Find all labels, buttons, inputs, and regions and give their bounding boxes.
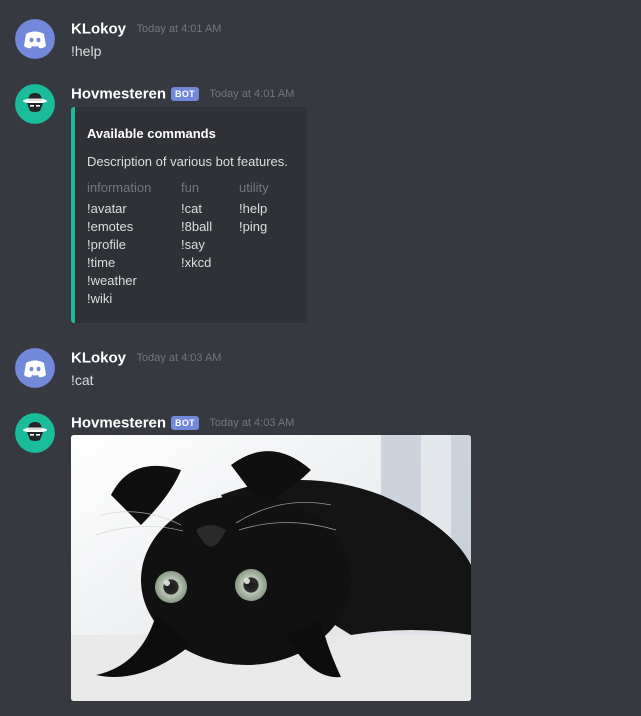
bot-hat-icon <box>15 413 55 453</box>
embed-field: utility !help !ping <box>239 180 269 236</box>
timestamp: Today at 4:01 AM <box>136 22 222 35</box>
avatar[interactable] <box>15 348 55 388</box>
field-name: information <box>87 180 152 195</box>
command-item: !cat <box>181 201 202 216</box>
username[interactable]: KLokoy <box>71 20 126 37</box>
timestamp: Today at 4:01 AM <box>209 87 295 100</box>
message-content: !help <box>71 43 102 59</box>
bot-tag: BOT <box>171 415 199 430</box>
command-item: !wiki <box>87 291 113 306</box>
username[interactable]: Hovmesteren <box>71 85 166 102</box>
black-cat-image <box>71 435 471 701</box>
embed-description: Description of various bot features. <box>87 154 288 169</box>
command-item: !say <box>181 237 205 252</box>
field-name: fun <box>181 180 200 195</box>
timestamp: Today at 4:03 AM <box>209 416 295 429</box>
embed-title: Available commands <box>87 126 216 141</box>
command-item: !profile <box>87 237 127 252</box>
avatar[interactable] <box>15 413 55 453</box>
command-item: !xkcd <box>181 255 212 270</box>
avatar[interactable] <box>15 19 55 59</box>
field-name: utility <box>239 180 269 195</box>
embed-field: information !avatar !emotes !profile !ti… <box>87 180 151 308</box>
command-item: !ping <box>239 219 268 234</box>
discord-logo-icon <box>15 348 55 388</box>
timestamp: Today at 4:03 AM <box>136 351 222 364</box>
embed-field: fun !cat !8ball !say !xkcd <box>181 180 212 272</box>
avatar[interactable] <box>15 84 55 124</box>
bot-hat-icon <box>15 84 55 124</box>
message-content: !cat <box>71 372 94 388</box>
command-item: !help <box>239 201 268 216</box>
username[interactable]: Hovmesteren <box>71 414 166 431</box>
embed: Available commands Description of variou… <box>71 107 307 323</box>
image-attachment[interactable] <box>71 435 471 701</box>
command-item: !8ball <box>181 219 213 234</box>
bot-tag: BOT <box>171 86 199 101</box>
discord-logo-icon <box>15 19 55 59</box>
command-item: !weather <box>87 273 137 288</box>
command-item: !avatar <box>87 201 127 216</box>
command-item: !emotes <box>87 219 134 234</box>
command-item: !time <box>87 255 116 270</box>
username[interactable]: KLokoy <box>71 349 126 366</box>
